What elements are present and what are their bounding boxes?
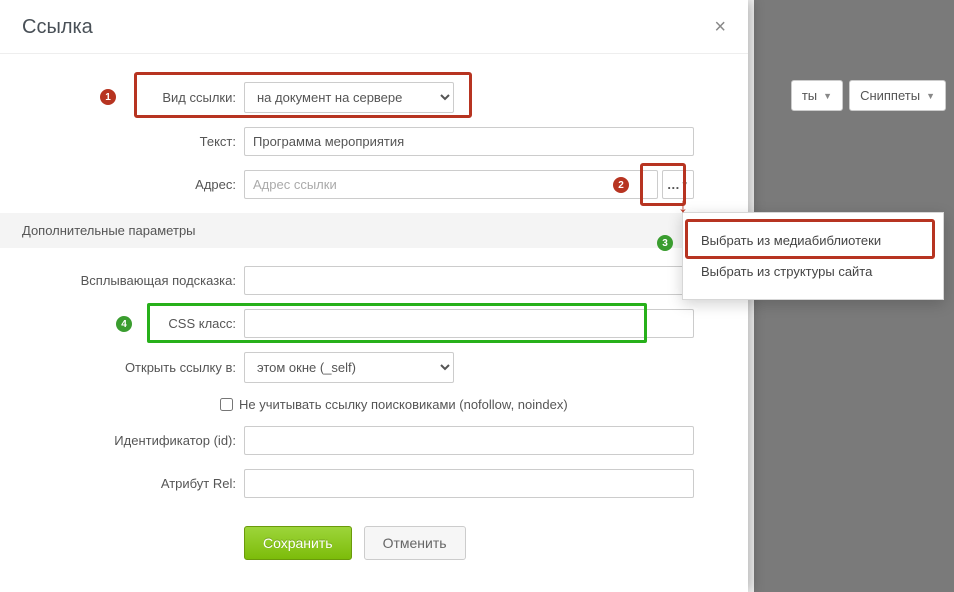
bg-components-label: ты [802,88,817,103]
tooltip-input[interactable] [244,266,694,295]
address-input[interactable] [244,170,658,199]
marker-3: 3 [657,235,673,251]
row-cssclass: 4 CSS класс: [0,309,748,338]
row-linktype: 1 Вид ссылки: на документ на сервере [0,82,748,113]
caret-icon: ▼ [823,91,832,101]
label-address: Адрес: [0,177,244,192]
label-linktype: Вид ссылки: [0,90,244,105]
cssclass-input[interactable] [244,309,694,338]
label-text: Текст: [0,134,244,149]
caret-icon: ▼ [926,91,935,101]
dialog-header: Ссылка × [0,0,748,54]
marker-4: 4 [116,316,132,332]
link-dialog: Ссылка × 1 Вид ссылки: на документ на се… [0,0,748,592]
save-button[interactable]: Сохранить [244,526,352,560]
row-id: Идентификатор (id): [0,426,748,455]
bg-snippets-label: Сниппеты [860,88,920,103]
marker-2: 2 [613,177,629,193]
row-rel: Атрибут Rel: [0,469,748,498]
dialog-form: 1 Вид ссылки: на документ на сервере Тек… [0,54,748,560]
target-select[interactable]: этом окне (_self) [244,352,454,383]
row-nofollow: Не учитывать ссылку поисковиками (nofoll… [0,397,748,412]
nofollow-checkbox[interactable] [220,398,233,411]
section-heading: Дополнительные параметры [0,213,748,248]
close-icon[interactable]: × [714,16,726,39]
popover-site-structure[interactable]: Выбрать из структуры сайта [693,256,933,287]
label-target: Открыть ссылку в: [0,360,244,375]
caret-icon: ▼ [681,180,689,189]
id-input[interactable] [244,426,694,455]
ellipsis-icon: ... [667,177,679,192]
row-text: Текст: [0,127,748,156]
arrow-icon: ↓ [678,196,688,216]
cancel-button[interactable]: Отменить [364,526,466,560]
label-rel: Атрибут Rel: [0,476,244,491]
bg-components-button[interactable]: ты ▼ [791,80,843,111]
browse-popover: 3 Выбрать из медиабиблиотеки Выбрать из … [682,212,944,300]
row-tooltip: Всплывающая подсказка: [0,266,748,295]
text-input[interactable] [244,127,694,156]
dialog-title: Ссылка [22,16,93,39]
marker-1: 1 [100,89,116,105]
popover-media-library[interactable]: Выбрать из медиабиблиотеки [693,225,933,256]
bg-snippets-button[interactable]: Сниппеты ▼ [849,80,946,111]
row-target: Открыть ссылку в: этом окне (_self) [0,352,748,383]
linktype-select[interactable]: на документ на сервере [244,82,454,113]
label-id: Идентификатор (id): [0,433,244,448]
label-nofollow: Не учитывать ссылку поисковиками (nofoll… [239,397,568,412]
label-tooltip: Всплывающая подсказка: [0,273,244,288]
background-toolbar: ты ▼ Сниппеты ▼ [791,80,946,111]
row-address: 2 Адрес: ... ▼ [0,170,748,199]
button-row: Сохранить Отменить [0,526,748,560]
rel-input[interactable] [244,469,694,498]
